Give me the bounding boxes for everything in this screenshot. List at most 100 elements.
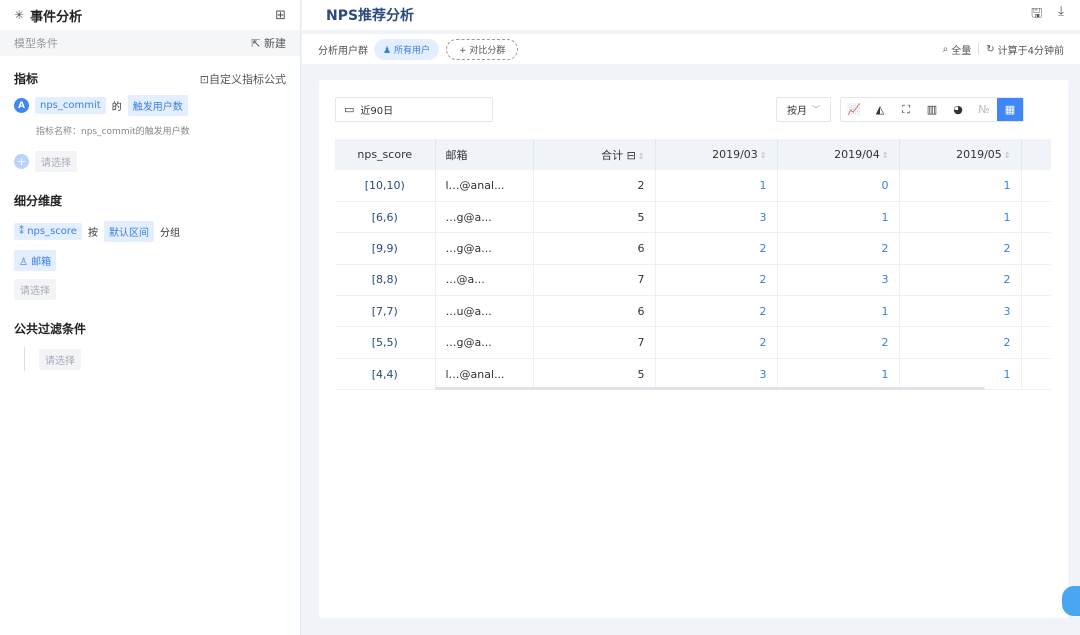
row-month-value[interactable]: 0 (777, 170, 900, 202)
row-month-value[interactable]: 1 (899, 201, 1022, 234)
row-bucket: [9,9) (335, 232, 436, 265)
row-email: …u@a... (435, 295, 534, 328)
breakdown-add-row: 请选择 (0, 279, 300, 300)
save-icon[interactable]: 🖫 (1031, 4, 1042, 26)
area-chart-icon[interactable]: ◭ (867, 98, 893, 121)
combo-chart-icon[interactable]: ⛶ (893, 98, 919, 121)
row-month-value[interactable]: 2 (655, 264, 778, 297)
date-range-label: 近90日 (360, 106, 394, 117)
column-header-month[interactable]: 2019/05 ⇕ (899, 139, 1022, 170)
row-month-value[interactable]: 2 (899, 326, 1022, 359)
breakdown-second-row: ♙ 邮箱 (0, 250, 300, 271)
metric-select-placeholder[interactable]: 请选择 (35, 151, 77, 172)
users-icon: ♟ (383, 45, 394, 56)
compute-info: ⌕ 全量 ↻ 计算于4分钟前 (943, 42, 1064, 57)
full-data-toggle[interactable]: 全量 (951, 42, 971, 57)
column-header[interactable]: nps_score (335, 139, 436, 170)
row-month-value[interactable]: 3 (655, 358, 778, 391)
column-header-month[interactable]: 2019/04 ⇕ (777, 139, 900, 170)
compare-group-button[interactable]: + 对比分群 (445, 38, 519, 60)
table-row: [7,7) …u@a... 6 2 1 3 (335, 295, 1051, 328)
granularity-select[interactable]: 按月 ﹀ (776, 97, 831, 122)
row-bucket: [10,10) (335, 170, 436, 202)
sidebar-header: ✳ 事件分析 ⊞ (0, 0, 300, 30)
row-month-value[interactable]: 3 (899, 295, 1022, 328)
row-month-value[interactable]: 2 (655, 326, 778, 359)
row-email: l…@anal... (435, 358, 534, 391)
custom-formula-button[interactable]: ⊡自定义指标公式 (200, 71, 286, 87)
new-icon: ⇱ (251, 37, 264, 50)
row-bucket: [8,8) (335, 264, 436, 297)
table-header-row: nps_score 邮箱 合计 ⊟ ⇕ 2019/03 ⇕ 2019/04 ⇕ 201… (335, 139, 1051, 170)
row-month-value[interactable]: 1 (899, 358, 1022, 391)
row-bucket: [5,5) (335, 326, 436, 359)
line-chart-icon[interactable]: 📈 (841, 98, 867, 121)
metric-measure-select[interactable]: 触发用户数 (127, 95, 188, 116)
row-month-value[interactable]: 2 (655, 295, 778, 328)
sort-icon[interactable]: ⇕ (1004, 151, 1011, 160)
row-month-value[interactable]: 1 (777, 295, 900, 328)
sort-icon[interactable]: ⇕ (882, 151, 889, 160)
row-email: …@a... (435, 264, 534, 297)
column-header-total[interactable]: 合计 ⊟ ⇕ (533, 139, 656, 170)
row-bucket: [7,7) (335, 295, 436, 328)
user-group-bar: 分析用户群 ♟ 所有用户 + 对比分群 ⌕ 全量 ↻ 计算于4分钟前 (302, 34, 1080, 64)
person-icon: ♙ (19, 257, 32, 268)
pie-chart-icon[interactable]: ◕ (945, 98, 971, 121)
row-month-value[interactable]: 2 (899, 232, 1022, 265)
row-month-value[interactable]: 2 (899, 264, 1022, 297)
horizontal-scrollbar[interactable] (435, 387, 985, 390)
breakdown-row: ⁑ nps_score 按 默认区间 分组 (0, 221, 300, 242)
row-month-value[interactable]: 2 (655, 232, 778, 265)
bar-chart-icon[interactable]: ▥ (919, 98, 945, 121)
table-view-icon[interactable]: ▦ (997, 98, 1023, 121)
column-header-label: 2019/03 (712, 148, 758, 161)
add-metric-icon[interactable]: + (14, 154, 29, 169)
row-month-value[interactable]: 1 (777, 201, 900, 234)
row-month-value[interactable]: 1 (655, 170, 778, 202)
all-users-label: 所有用户 (393, 45, 430, 56)
row-spacer (1021, 295, 1051, 328)
download-icon[interactable]: ⤓ (1058, 4, 1064, 26)
filter-section: 公共过滤条件 (0, 320, 300, 337)
breakdown-field-select[interactable]: ⁑ nps_score (14, 223, 82, 240)
collapse-icon[interactable]: ⊟ (627, 149, 636, 162)
refresh-icon[interactable]: ↻ (986, 44, 994, 55)
formula-icon: ⊡ (199, 72, 209, 86)
loading-icon: ✳ (14, 8, 25, 22)
filter-select-placeholder[interactable]: 请选择 (39, 348, 81, 370)
row-spacer (1021, 170, 1051, 202)
new-button[interactable]: ⇱ 新建 (251, 35, 286, 51)
group-label: 分析用户群 (318, 45, 368, 57)
column-header-month[interactable]: 2019/03 ⇕ (655, 139, 778, 170)
row-spacer (1021, 264, 1051, 297)
metric-of-label: 的 (111, 102, 122, 113)
row-month-value[interactable]: 1 (777, 358, 900, 391)
metric-event-select[interactable]: nps_commit (35, 97, 106, 114)
row-total: 7 (533, 326, 656, 359)
sidebar-title: 事件分析 (30, 9, 83, 25)
sort-icon[interactable]: ⇕ (760, 151, 767, 160)
breakdown-email-select[interactable]: ♙ 邮箱 (14, 250, 57, 271)
metrics-section: 指标 ⊡自定义指标公式 (0, 70, 300, 87)
row-month-value[interactable]: 2 (777, 326, 900, 359)
sort-icon[interactable]: ⇕ (638, 152, 645, 161)
column-header[interactable]: 邮箱 (435, 139, 534, 170)
breakdown-select-placeholder[interactable]: 请选择 (14, 279, 56, 300)
row-month-value[interactable]: 2 (777, 232, 900, 265)
assistant-bubble-icon[interactable] (1062, 586, 1080, 616)
number-card-icon[interactable]: № (971, 98, 997, 121)
breakdown-by-label: 按 (87, 228, 98, 239)
calendar-icon: ▭ (344, 103, 355, 116)
row-month-value[interactable]: 3 (655, 201, 778, 234)
row-month-value[interactable]: 1 (899, 170, 1022, 202)
grid-icon[interactable]: ⊞ (275, 8, 286, 23)
row-total: 6 (533, 232, 656, 265)
row-month-value[interactable]: 3 (777, 264, 900, 297)
all-users-pill[interactable]: ♟ 所有用户 (374, 38, 439, 60)
breakdown-interval-select[interactable]: 默认区间 (103, 221, 154, 242)
chevron-down-icon: ﹀ (812, 105, 820, 114)
sidebar: ✳ 事件分析 ⊞ 模型条件 ⇱ 新建 指标 ⊡自定义指标公式 A nps_com… (0, 0, 301, 635)
date-range-picker[interactable]: ▭ 近90日 (335, 97, 493, 122)
table-row: [4,4) l…@anal... 5 3 1 1 (335, 358, 1051, 391)
